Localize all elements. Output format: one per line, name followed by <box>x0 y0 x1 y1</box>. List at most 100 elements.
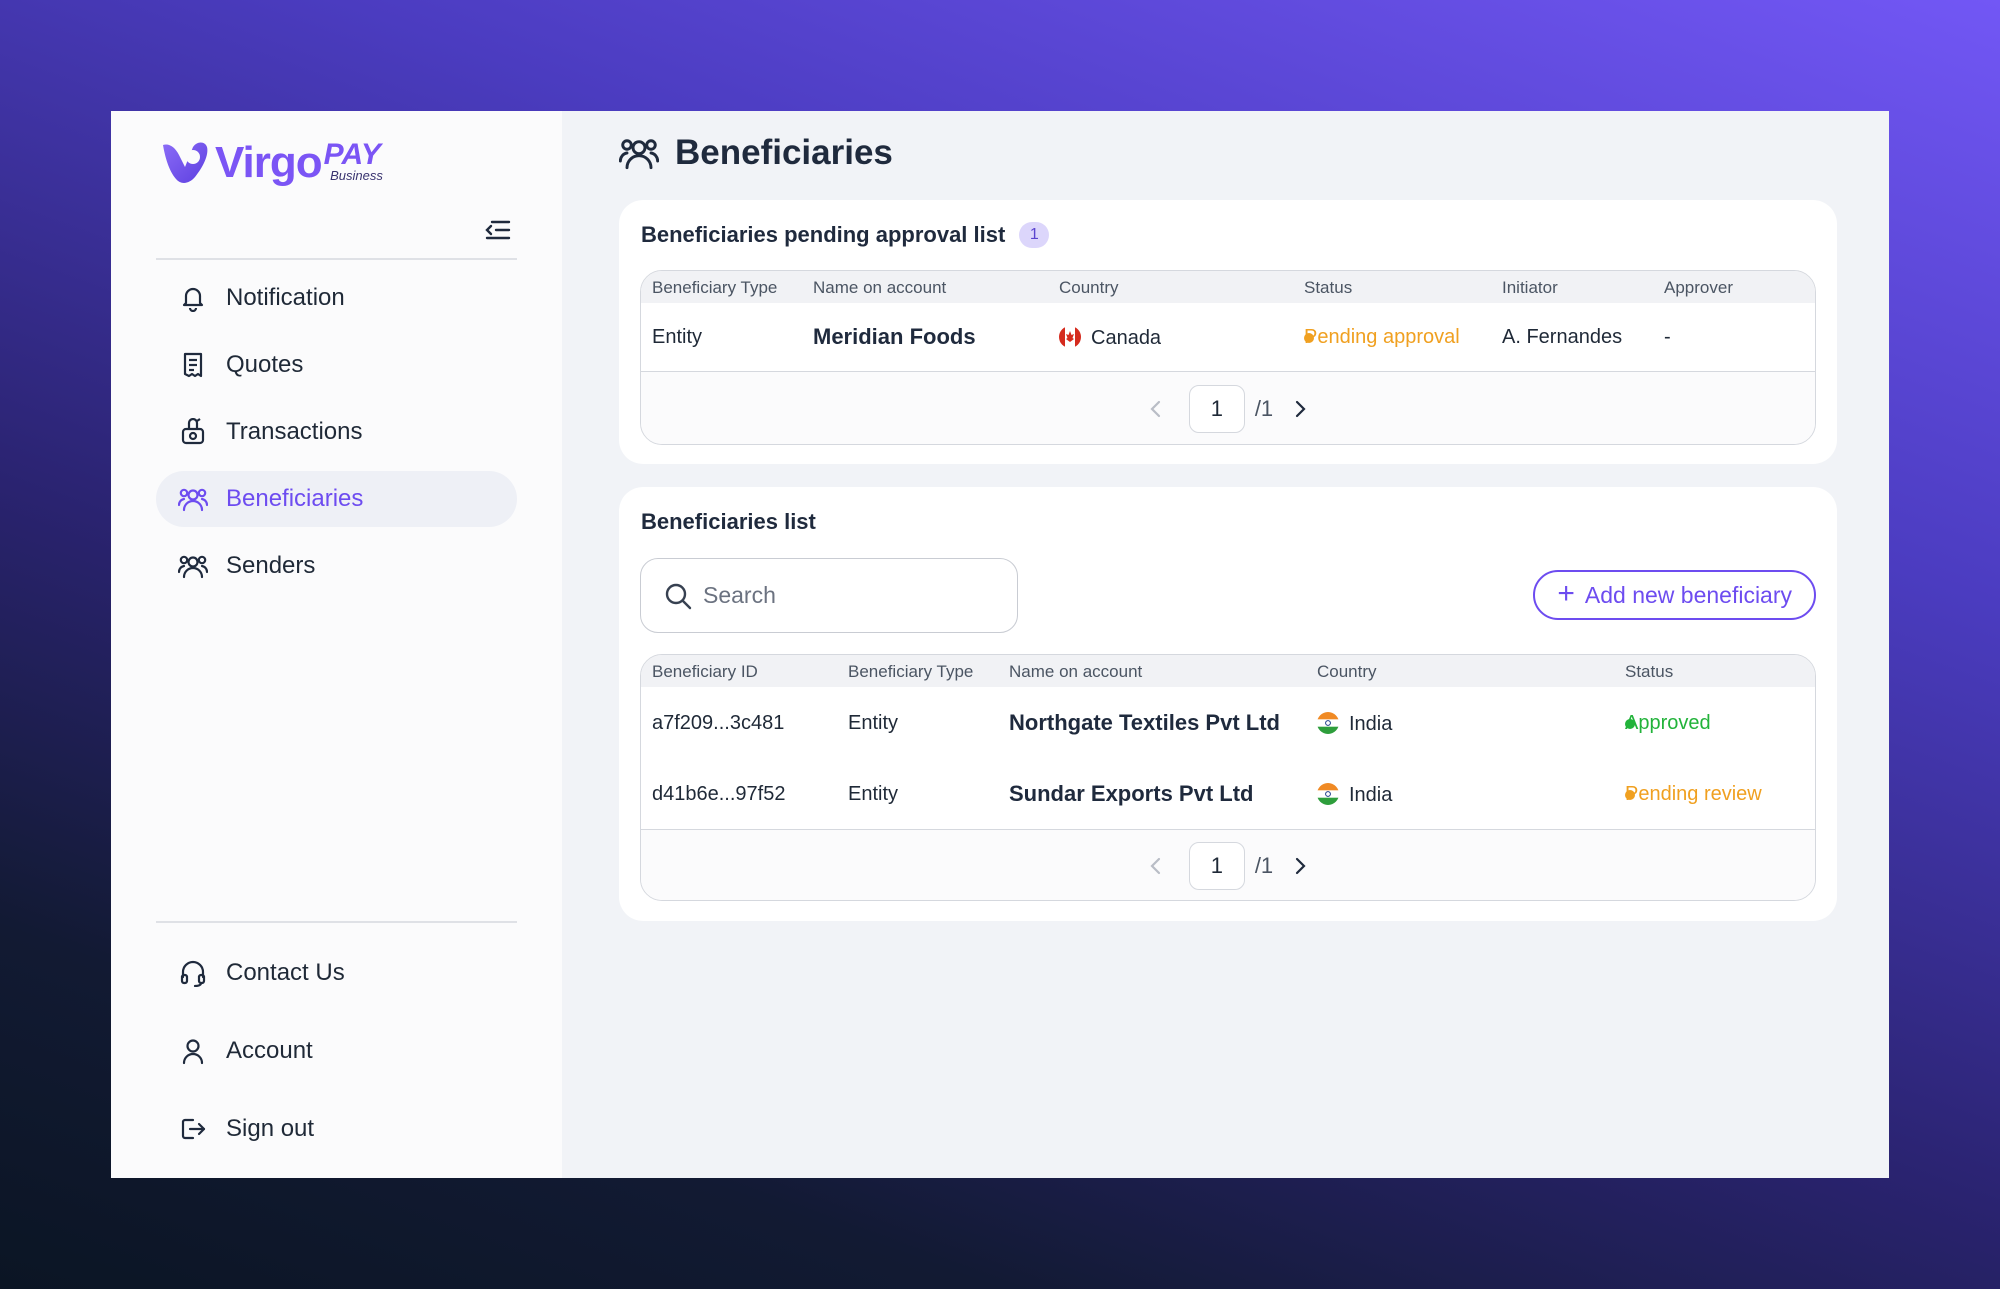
table-row[interactable]: d41b6e...97f52 Entity Sundar Exports Pvt… <box>641 758 1815 829</box>
country-cell: India <box>1317 712 1392 736</box>
sidebar-item-sign-out[interactable]: Sign out <box>156 1101 517 1157</box>
page-number-input[interactable]: 1 <box>1188 842 1245 890</box>
prev-page-button[interactable] <box>1143 853 1169 879</box>
table-row[interactable]: a7f209...3c481 Entity Northgate Textiles… <box>641 687 1815 758</box>
status-badge: Approved <box>1625 712 1711 735</box>
country-name: India <box>1349 784 1393 806</box>
sidebar-item-notification[interactable]: Notification <box>156 270 517 326</box>
receipt-icon <box>178 350 208 380</box>
sidebar-item-label: Senders <box>226 552 316 579</box>
money-bag-icon <box>178 417 208 447</box>
table-row[interactable]: Entity Meridian Foods Canada Pending app… <box>641 303 1815 371</box>
brand-product-label: PAY <box>323 138 381 171</box>
page-total: /1 <box>1254 853 1274 878</box>
headset-icon <box>178 958 208 988</box>
account-name: Sundar Exports Pvt Ltd <box>1009 781 1254 806</box>
sidebar-divider-bottom <box>156 921 517 923</box>
column-header: Status <box>1304 278 1353 297</box>
page-total: /1 <box>1254 396 1274 421</box>
column-header: Initiator <box>1502 278 1558 297</box>
beneficiaries-list-card: Beneficiaries list + Add new beneficiary… <box>619 487 1837 921</box>
users-icon <box>178 551 208 581</box>
bell-icon <box>178 283 208 313</box>
status-dot <box>1625 718 1635 729</box>
beneficiary-type: Entity <box>848 783 899 805</box>
column-header: Beneficiary Type <box>848 662 974 681</box>
users-icon <box>178 484 208 514</box>
sidebar-item-label: Beneficiaries <box>226 485 364 512</box>
beneficiaries-pagination: 1 /1 <box>641 829 1815 900</box>
approver: - <box>1664 326 1671 348</box>
column-header: Country <box>1059 278 1119 297</box>
main-content: Beneficiaries Beneficiaries pending appr… <box>562 111 1889 1178</box>
sidebar-item-quotes[interactable]: Quotes <box>156 337 517 393</box>
brand-name: Virgo <box>215 138 323 187</box>
beneficiary-type: Entity <box>848 712 899 734</box>
app-window: Virgo PAY Business Notification Quotes T… <box>111 111 1889 1178</box>
pending-count-badge: 1 <box>1019 222 1050 248</box>
country-name: Canada <box>1091 327 1162 349</box>
column-header: Name on account <box>1009 662 1143 681</box>
virgo-logo-icon <box>163 142 208 183</box>
page-number-input[interactable]: 1 <box>1188 385 1245 433</box>
pending-pagination: 1 /1 <box>641 371 1815 444</box>
status-text: Pending review <box>1625 783 1762 805</box>
add-beneficiary-button[interactable]: + Add new beneficiary <box>1533 570 1816 620</box>
table-header: Beneficiary Type Name on account Country… <box>641 271 1815 303</box>
pending-approval-title: Beneficiaries pending approval list 1 <box>641 222 1050 248</box>
chevron-left-icon <box>1150 857 1160 875</box>
initiator: A. Fernandes <box>1502 326 1623 348</box>
sidebar-item-transactions[interactable]: Transactions <box>156 404 517 460</box>
logo[interactable]: Virgo PAY Business <box>159 137 383 189</box>
sidebar: Virgo PAY Business Notification Quotes T… <box>111 111 562 1178</box>
sidebar-item-label: Quotes <box>226 351 304 378</box>
collapse-sidebar-button[interactable] <box>483 215 513 245</box>
country-cell: Canada <box>1059 326 1161 350</box>
sidebar-item-beneficiaries[interactable]: Beneficiaries <box>156 471 517 527</box>
next-page-button[interactable] <box>1287 396 1313 422</box>
prev-page-button[interactable] <box>1143 396 1169 422</box>
table-header: Beneficiary ID Beneficiary Type Name on … <box>641 655 1815 687</box>
search-icon <box>665 583 692 609</box>
sidebar-item-senders[interactable]: Senders <box>156 538 517 594</box>
sidebar-item-account[interactable]: Account <box>156 1023 517 1079</box>
page-title: Beneficiaries <box>675 133 893 172</box>
beneficiaries-table: Beneficiary ID Beneficiary Type Name on … <box>640 654 1816 901</box>
status-dot <box>1625 789 1635 800</box>
sidebar-divider-top <box>156 258 517 260</box>
status-text: Pending approval <box>1304 326 1460 348</box>
canada-flag-icon <box>1059 326 1081 348</box>
status-badge: Pending review <box>1625 783 1762 806</box>
column-header: Beneficiary Type <box>652 278 778 297</box>
status-text: Approved <box>1625 712 1711 734</box>
pending-approval-title-text: Beneficiaries pending approval list <box>641 222 1006 247</box>
beneficiary-id: a7f209...3c481 <box>652 712 785 734</box>
india-flag-icon <box>1317 712 1339 734</box>
column-header: Beneficiary ID <box>652 662 758 681</box>
search-input[interactable] <box>703 582 1003 609</box>
status-dot <box>1304 332 1314 343</box>
user-icon <box>178 1036 208 1066</box>
sidebar-item-label: Sign out <box>226 1115 315 1142</box>
sidebar-item-contact-us[interactable]: Contact Us <box>156 945 517 1001</box>
sidebar-item-label: Contact Us <box>226 959 345 986</box>
chevron-left-icon <box>1150 400 1160 418</box>
collapse-menu-icon <box>485 220 511 240</box>
chevron-right-icon <box>1296 400 1306 418</box>
sidebar-item-label: Notification <box>226 284 345 311</box>
column-header: Status <box>1625 662 1674 681</box>
users-icon <box>619 139 659 170</box>
search-box[interactable] <box>640 558 1018 633</box>
pending-approval-table: Beneficiary Type Name on account Country… <box>640 270 1816 445</box>
brand-tier-label: Business <box>330 168 383 183</box>
sidebar-item-label: Transactions <box>226 418 363 445</box>
beneficiary-id: d41b6e...97f52 <box>652 783 786 805</box>
sidebar-item-label: Account <box>226 1037 313 1064</box>
beneficiary-type: Entity <box>652 326 703 348</box>
sign-out-icon <box>178 1114 208 1144</box>
beneficiaries-list-title: Beneficiaries list <box>641 509 816 535</box>
country-name: India <box>1349 713 1393 735</box>
account-name: Meridian Foods <box>813 324 976 349</box>
next-page-button[interactable] <box>1287 853 1313 879</box>
country-cell: India <box>1317 783 1392 807</box>
